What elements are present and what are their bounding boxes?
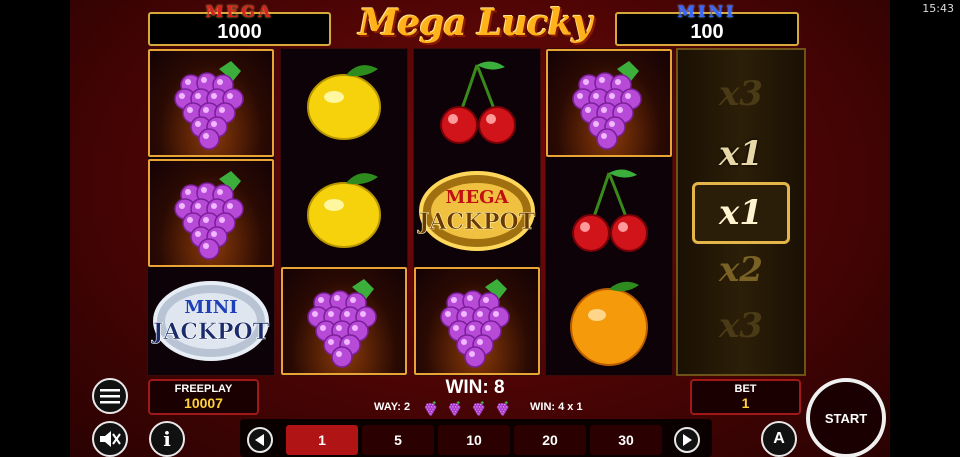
grapes-icon (414, 267, 540, 375)
mini-jackpot-display: MINI 100 (615, 2, 799, 46)
way-symbols (422, 400, 512, 416)
grapes-icon (472, 401, 485, 416)
sound-toggle-button[interactable] (92, 421, 128, 457)
start-label: START (824, 410, 868, 426)
mini-symbol-bottom: JACKPOT (151, 319, 270, 345)
bet-option-5[interactable]: 5 (362, 425, 434, 455)
info-button[interactable]: i (149, 421, 185, 457)
reel-2 (280, 48, 408, 376)
mute-icon (100, 431, 121, 447)
grapes-icon (448, 401, 461, 416)
orange-icon (546, 267, 672, 375)
status-clock: 15:43 (922, 2, 954, 15)
mini-jackpot-symbol: MINI JACKPOT (148, 267, 274, 375)
reel-4 (545, 48, 673, 376)
bet-option-10[interactable]: 10 (438, 425, 510, 455)
mini-symbol-top: MINI (184, 297, 237, 318)
win-display: WIN: 8 (445, 377, 505, 398)
mega-symbol-bottom: JACKPOT (417, 209, 536, 235)
mega-jackpot-symbol: MEGA JACKPOT (414, 157, 540, 265)
cherries-icon (414, 49, 540, 157)
grapes-icon (281, 267, 407, 375)
hamburger-icon (100, 389, 120, 404)
multiplier-x1-upper: x1 (719, 134, 763, 174)
bet-option-20[interactable]: 20 (514, 425, 586, 455)
mega-jackpot-display: MEGA 1000 (148, 2, 331, 46)
multiplier-x3-top: x3 (719, 74, 763, 114)
freeplay-panel: FREEPLAY 10007 (148, 379, 259, 415)
multiplier-current: x1 (692, 182, 790, 244)
grapes-icon (496, 401, 509, 416)
bet-panel: BET 1 (690, 379, 801, 415)
menu-button[interactable] (92, 378, 128, 414)
bet-label: BET (734, 383, 757, 395)
autoplay-button[interactable]: A (761, 421, 797, 457)
lemon-icon (281, 49, 407, 157)
grapes-icon (148, 159, 274, 267)
mega-symbol-top: MEGA (446, 187, 510, 208)
mini-jackpot-title: MINI (677, 2, 737, 21)
cherries-icon (546, 157, 672, 265)
way-count: WAY: 2 (374, 401, 411, 413)
bet-option-30[interactable]: 30 (590, 425, 662, 455)
mega-jackpot-title: MEGA (205, 2, 274, 21)
freeplay-value: 10007 (184, 395, 223, 411)
grapes-icon (546, 49, 672, 157)
multiplier-x2: x2 (719, 250, 763, 290)
bet-value: 1 (741, 395, 750, 411)
arrow-left-icon (255, 434, 264, 446)
grapes-icon (424, 401, 437, 416)
lemon-icon (281, 157, 407, 265)
reel-3: MEGA JACKPOT (413, 48, 541, 376)
way-win: WIN: 4 x 1 (530, 401, 583, 413)
bet-prev-button[interactable] (247, 427, 273, 453)
arrow-right-icon (683, 434, 692, 446)
freeplay-label: FREEPLAY (174, 383, 233, 395)
bet-option-1[interactable]: 1 (286, 425, 358, 455)
grapes-icon (148, 49, 274, 157)
reel-1: MINI JACKPOT (147, 48, 275, 376)
bet-next-button[interactable] (674, 427, 700, 453)
multiplier-x3-bottom: x3 (719, 306, 763, 346)
start-button[interactable]: START (806, 378, 886, 457)
multiplier-ladder: x3 x1 x1 x2 x3 (676, 48, 806, 376)
